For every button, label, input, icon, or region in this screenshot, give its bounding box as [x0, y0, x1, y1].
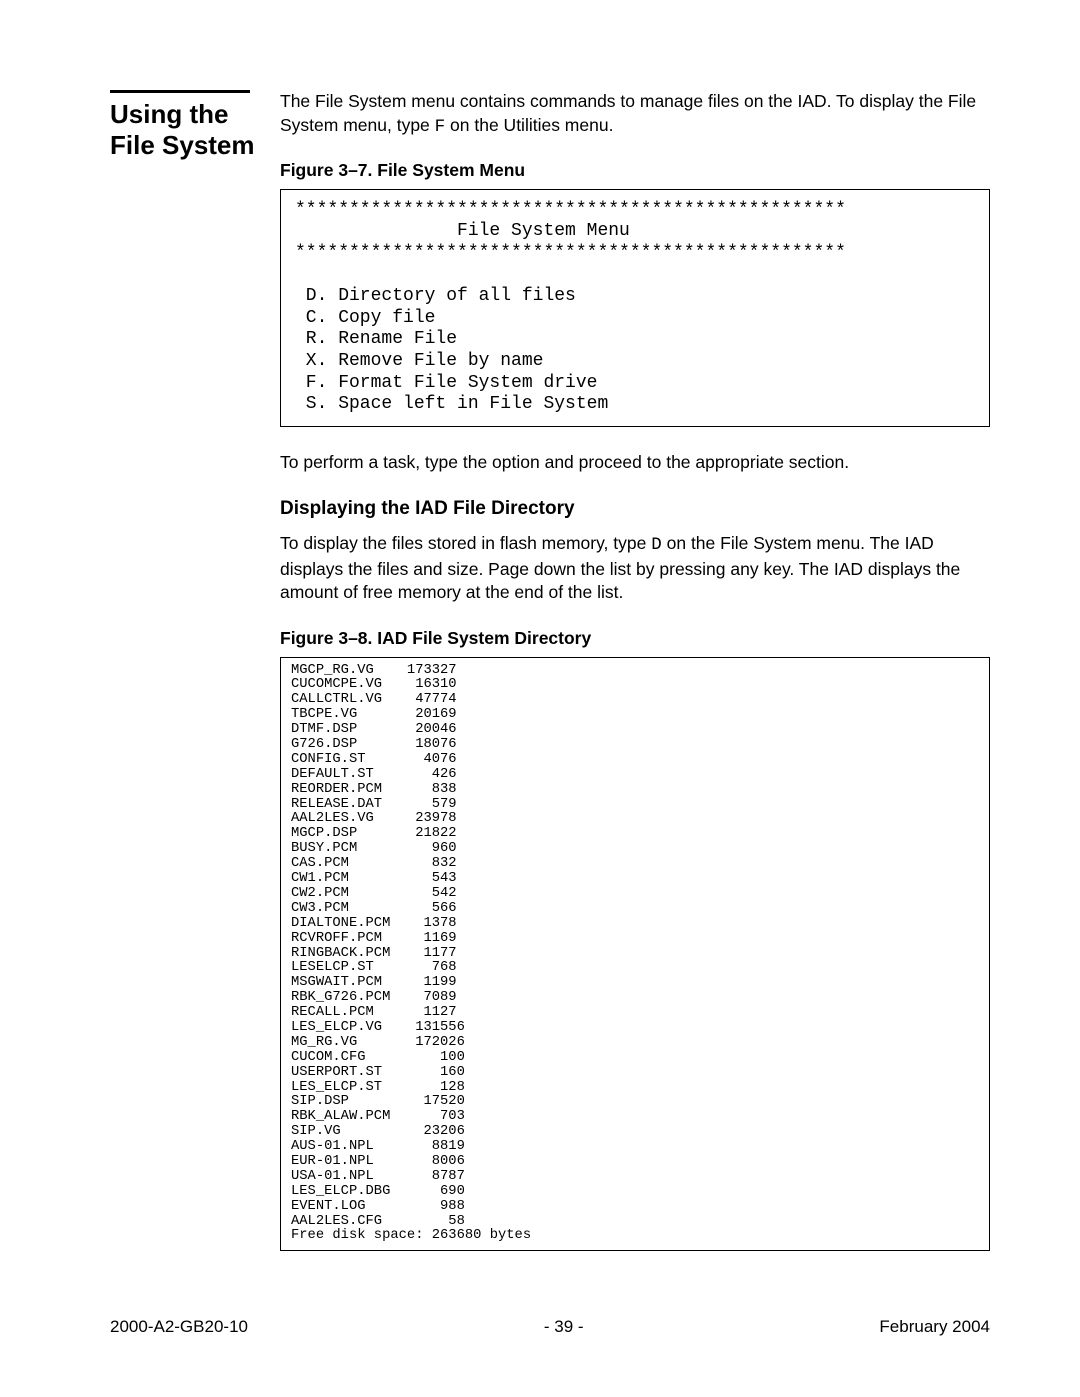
fig8-line: SIP.DSP 17520 [291, 1094, 465, 1109]
page-footer: 2000-A2-GB20-10 - 39 - February 2004 [110, 1317, 990, 1337]
fig8-line: LES_ELCP.VG 131556 [291, 1020, 465, 1035]
fig8-line: MG_RG.VG 172026 [291, 1035, 465, 1050]
fig8-line: RCVROFF.PCM 1169 [291, 931, 457, 946]
fig8-line: USA-01.NPL 8787 [291, 1169, 465, 1184]
figure-8-caption: Figure 3–8. IAD File System Directory [280, 627, 990, 651]
fig8-line: LES_ELCP.ST 128 [291, 1080, 465, 1095]
main-content: The File System menu contains commands t… [280, 90, 990, 1251]
para2-text-1: To display the files stored in flash mem… [280, 533, 651, 553]
fig7-line: File System Menu [295, 221, 630, 241]
fig8-line: CONFIG.ST 4076 [291, 752, 457, 767]
fig8-line: MGCP_RG.VG 173327 [291, 663, 457, 678]
footer-doc-id: 2000-A2-GB20-10 [110, 1317, 248, 1337]
fig8-line: AAL2LES.CFG 58 [291, 1214, 465, 1229]
fig7-line: C. Copy file [295, 308, 435, 328]
fig8-line: RBK_ALAW.PCM 703 [291, 1109, 465, 1124]
fig7-line: S. Space left in File System [295, 394, 608, 414]
fig7-line: F. Format File System drive [295, 373, 597, 393]
fig8-line: SIP.VG 23206 [291, 1124, 465, 1139]
fig8-line: AUS-01.NPL 8819 [291, 1139, 465, 1154]
fig8-line: REORDER.PCM 838 [291, 782, 457, 797]
fig8-line: G726.DSP 18076 [291, 737, 457, 752]
fig8-line: RBK_G726.PCM 7089 [291, 990, 457, 1005]
fig8-line: CUCOM.CFG 100 [291, 1050, 465, 1065]
paragraph-display-directory: To display the files stored in flash mem… [280, 532, 990, 605]
fig8-line: DTMF.DSP 20046 [291, 722, 457, 737]
fig8-line: EUR-01.NPL 8006 [291, 1154, 465, 1169]
footer-page-number: - 39 - [544, 1317, 584, 1337]
fig8-line: DIALTONE.PCM 1378 [291, 916, 457, 931]
fig8-line: DEFAULT.ST 426 [291, 767, 457, 782]
fig8-line: RECALL.PCM 1127 [291, 1005, 457, 1020]
figure-7-box: ****************************************… [280, 189, 990, 427]
fig8-line: AAL2LES.VG 23978 [291, 811, 457, 826]
after-figure-7-paragraph: To perform a task, type the option and p… [280, 451, 990, 475]
figure-8-box: MGCP_RG.VG 173327 CUCOMCPE.VG 16310 CALL… [280, 657, 990, 1252]
fig8-line: EVENT.LOG 988 [291, 1199, 465, 1214]
sidebar: Using the File System [110, 90, 280, 161]
fig8-line: RELEASE.DAT 579 [291, 797, 457, 812]
fig7-line: D. Directory of all files [295, 286, 576, 306]
section-rule [110, 90, 250, 93]
intro-paragraph: The File System menu contains commands t… [280, 90, 990, 139]
fig8-line: CAS.PCM 832 [291, 856, 457, 871]
fig8-line: BUSY.PCM 960 [291, 841, 457, 856]
fig8-line: LESELCP.ST 768 [291, 960, 457, 975]
fig8-line: MGCP.DSP 21822 [291, 826, 457, 841]
intro-text-1: The File System menu contains commands t… [280, 91, 976, 135]
fig8-line: LES_ELCP.DBG 690 [291, 1184, 465, 1199]
fig8-line: CUCOMCPE.VG 16310 [291, 677, 457, 692]
figure-7-caption: Figure 3–7. File System Menu [280, 159, 990, 183]
document-page: Using the File System The File System me… [0, 0, 1080, 1397]
fig8-line: Free disk space: 263680 bytes [291, 1228, 531, 1243]
two-column-layout: Using the File System The File System me… [110, 90, 990, 1251]
para2-code: D [651, 535, 662, 555]
section-title: Using the File System [110, 99, 280, 161]
intro-text-2: on the Utilities menu. [445, 115, 613, 135]
intro-code: F [435, 117, 446, 137]
fig8-line: TBCPE.VG 20169 [291, 707, 457, 722]
fig8-line: CW2.PCM 542 [291, 886, 457, 901]
fig8-line: MSGWAIT.PCM 1199 [291, 975, 457, 990]
fig7-line: X. Remove File by name [295, 351, 543, 371]
fig8-line: RINGBACK.PCM 1177 [291, 946, 457, 961]
footer-date: February 2004 [879, 1317, 990, 1337]
fig7-line: R. Rename File [295, 329, 457, 349]
fig8-line: CALLCTRL.VG 47774 [291, 692, 457, 707]
fig8-line: CW1.PCM 543 [291, 871, 457, 886]
fig8-line: CW3.PCM 566 [291, 901, 457, 916]
fig7-line: ****************************************… [295, 243, 846, 263]
fig7-line: ****************************************… [295, 200, 846, 220]
subheading-display-directory: Displaying the IAD File Directory [280, 496, 990, 522]
fig8-line: USERPORT.ST 160 [291, 1065, 465, 1080]
